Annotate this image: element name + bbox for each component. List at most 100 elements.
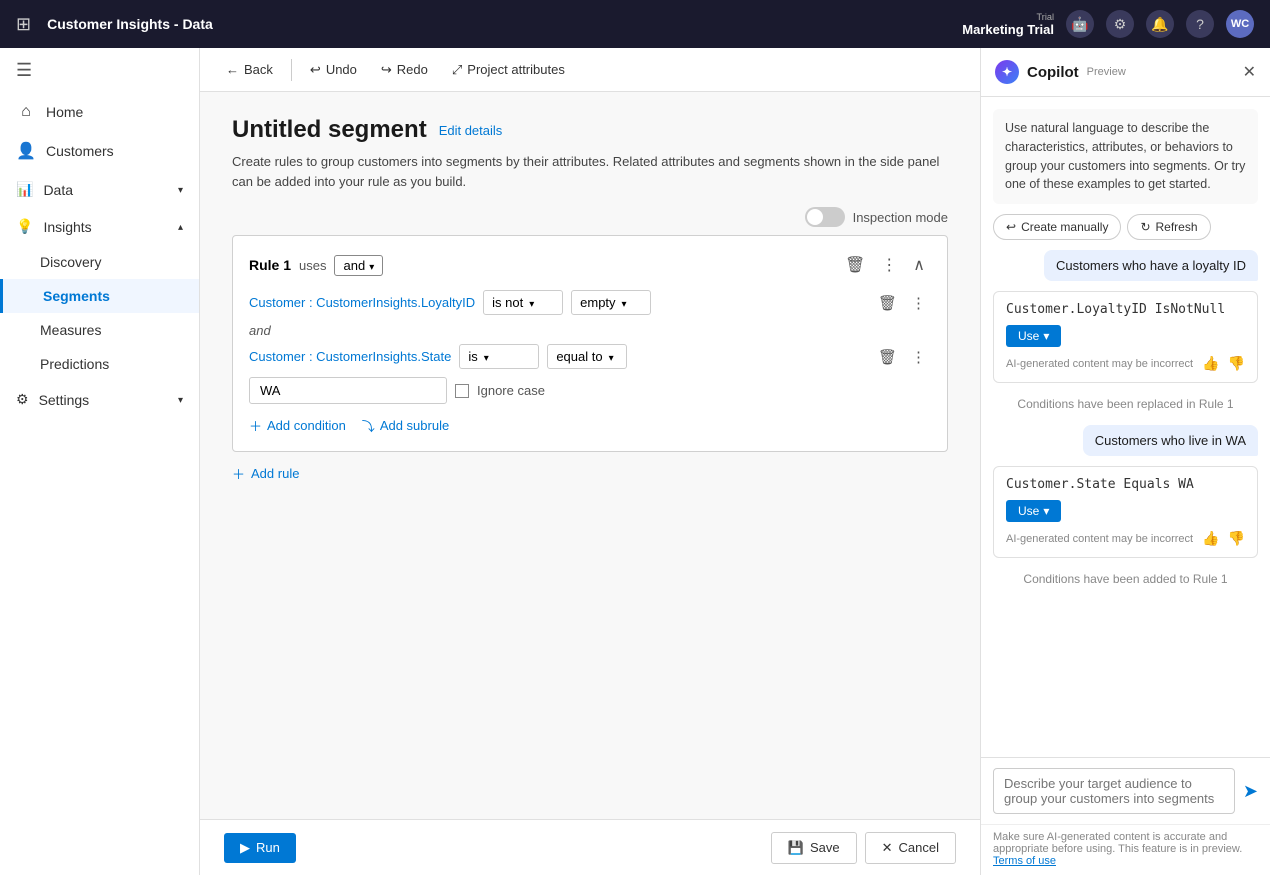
thumbs-up-button-1[interactable]: 👍 [1202,355,1219,372]
save-icon: 💾 [788,840,804,856]
add-condition-label: Add condition [267,418,346,433]
copilot-quick-actions: ↩ Create manually ↻ Refresh [993,214,1258,240]
add-rule-label: Add rule [251,466,299,481]
redo-button[interactable]: ↪ Redo [371,57,438,83]
condition-1-field: Customer : CustomerInsights.LoyaltyID [249,295,475,310]
copilot-use-label-1: Use [1018,329,1039,343]
add-subrule-button[interactable]: ⤵ Add subrule [362,416,449,435]
copilot-input[interactable] [993,768,1235,814]
terms-of-use-link[interactable]: Terms of use [993,855,1056,867]
footer: ▶ Run 💾 Save ✕ Cancel [200,819,980,875]
sidebar-item-home[interactable]: ⌂ Home [0,93,199,131]
insights-chevron-icon [178,221,183,233]
add-condition-button[interactable]: ＋ Add condition [249,416,346,435]
rule-delete-button[interactable]: 🗑 [839,252,871,278]
app-title: Customer Insights - Data [47,16,950,32]
condition-1-more-button[interactable]: ⋮ [906,292,931,314]
create-manually-button[interactable]: ↩ Create manually [993,214,1121,240]
notifications-icon[interactable]: 🔔 [1146,10,1174,38]
run-button[interactable]: ▶ Run [224,833,296,863]
sidebar-item-discovery[interactable]: Discovery [0,245,199,279]
condition-2-more-button[interactable]: ⋮ [906,346,931,368]
condition-row-1: Customer : CustomerInsights.LoyaltyID is… [249,290,931,315]
back-icon: ← [226,62,239,77]
condition-2-actions: 🗑 ⋮ [873,346,931,368]
user-avatar[interactable]: WC [1226,10,1254,38]
sidebar-section-settings[interactable]: ⚙ Settings [0,381,199,418]
copilot-body: Use natural language to describe the cha… [981,97,1270,757]
copilot-description: Use natural language to describe the cha… [993,109,1258,204]
rule-operator-dropdown[interactable]: and [334,255,383,276]
and-separator: and [249,323,931,338]
sidebar-item-segments[interactable]: Segments [0,279,199,313]
copilot-use-button-1[interactable]: Use ▾ [1006,325,1061,347]
copilot-feedback-text-1: AI-generated content may be incorrect [1006,358,1194,370]
condition-1-operator[interactable]: is not [483,290,563,315]
content-area: Untitled segment Edit details Create rul… [200,92,980,819]
editor-area: Untitled segment Edit details Create rul… [200,92,980,819]
copilot-use-chevron-2: ▾ [1043,504,1049,518]
sidebar: ☰ ⌂ Home 👤 Customers 📊 Data 💡 Insights D… [0,48,200,875]
back-label: Back [244,62,273,77]
back-button[interactable]: ← Back [216,57,283,82]
copilot-system-text-1: Conditions have been replaced in Rule 1 [1017,397,1233,411]
cancel-icon: ✕ [882,840,893,856]
thumbs-up-button-2[interactable]: 👍 [1202,530,1219,547]
condition-2-delete-button[interactable]: 🗑 [873,346,902,368]
add-rule-button[interactable]: ＋ Add rule [232,464,948,483]
condition-1-delete-button[interactable]: 🗑 [873,292,902,314]
apps-icon[interactable]: ⊞ [16,14,31,35]
ignore-case-checkbox[interactable] [455,384,469,398]
condition-2-field: Customer : CustomerInsights.State [249,349,451,364]
create-manually-icon: ↩ [1006,220,1016,234]
state-value-input[interactable] [249,377,447,404]
inspection-toggle[interactable] [805,207,845,227]
redo-icon: ↪ [381,62,392,78]
thumbs-down-button-2[interactable]: 👎 [1228,530,1245,547]
condition-2-operator[interactable]: is [459,344,539,369]
condition-1-value[interactable]: empty [571,290,651,315]
cancel-button[interactable]: ✕ Cancel [865,832,956,864]
undo-button[interactable]: ↩ Undo [300,57,367,83]
sidebar-label-data: Data [43,182,73,198]
copilot-use-button-2[interactable]: Use ▾ [1006,500,1061,522]
sidebar-section-data[interactable]: 📊 Data [0,171,199,208]
rule-more-button[interactable]: ⋮ [875,252,903,278]
settings-icon[interactable]: ⚙ [1106,10,1134,38]
thumbs-down-button-1[interactable]: 👎 [1228,355,1245,372]
insights-icon: 💡 [16,218,33,235]
add-subrule-label: Add subrule [380,418,449,433]
copilot-send-button[interactable]: ➤ [1243,781,1258,802]
trial-info: Trial Marketing Trial [962,12,1054,37]
top-navigation: ⊞ Customer Insights - Data Trial Marketi… [0,0,1270,48]
inspection-row: Inspection mode [232,207,948,227]
copilot-system-msg-1: Conditions have been replaced in Rule 1 [993,393,1258,415]
help-icon[interactable]: ? [1186,10,1214,38]
condition-2-value[interactable]: equal to [547,344,627,369]
page-title-row: Untitled segment Edit details [232,116,948,144]
sidebar-item-measures[interactable]: Measures [0,313,199,347]
project-attributes-button[interactable]: ⤢ Project attributes [442,57,575,83]
toolbar-separator [291,59,292,81]
run-icon: ▶ [240,840,250,856]
hamburger-icon[interactable]: ☰ [0,48,199,93]
copilot-response-1: Customer.LoyaltyID IsNotNull Use ▾ AI-ge… [993,291,1258,383]
create-manually-label: Create manually [1021,220,1108,234]
toolbar: ← Back ↩ Undo ↪ Redo ⤢ Project attribute… [200,48,980,92]
sidebar-label-segments: Segments [43,288,110,304]
copilot-close-button[interactable]: ✕ [1243,62,1256,82]
edit-details-link[interactable]: Edit details [439,123,503,138]
rule-box: Rule 1 uses and 🗑 ⋮ ∧ [232,235,948,452]
save-button[interactable]: 💾 Save [771,832,857,864]
save-label: Save [810,840,840,855]
copilot-msg-2-text: Customers who live in WA [1095,433,1246,448]
rule-collapse-button[interactable]: ∧ [907,252,931,278]
rule-uses-label: uses [299,258,326,273]
sidebar-item-predictions[interactable]: Predictions [0,347,199,381]
sidebar-section-insights[interactable]: 💡 Insights [0,208,199,245]
help-bot-icon[interactable]: 🤖 [1066,10,1094,38]
refresh-label: Refresh [1156,220,1198,234]
refresh-button[interactable]: ↻ Refresh [1127,214,1210,240]
sidebar-item-customers[interactable]: 👤 Customers [0,131,199,171]
cancel-label: Cancel [899,840,939,855]
